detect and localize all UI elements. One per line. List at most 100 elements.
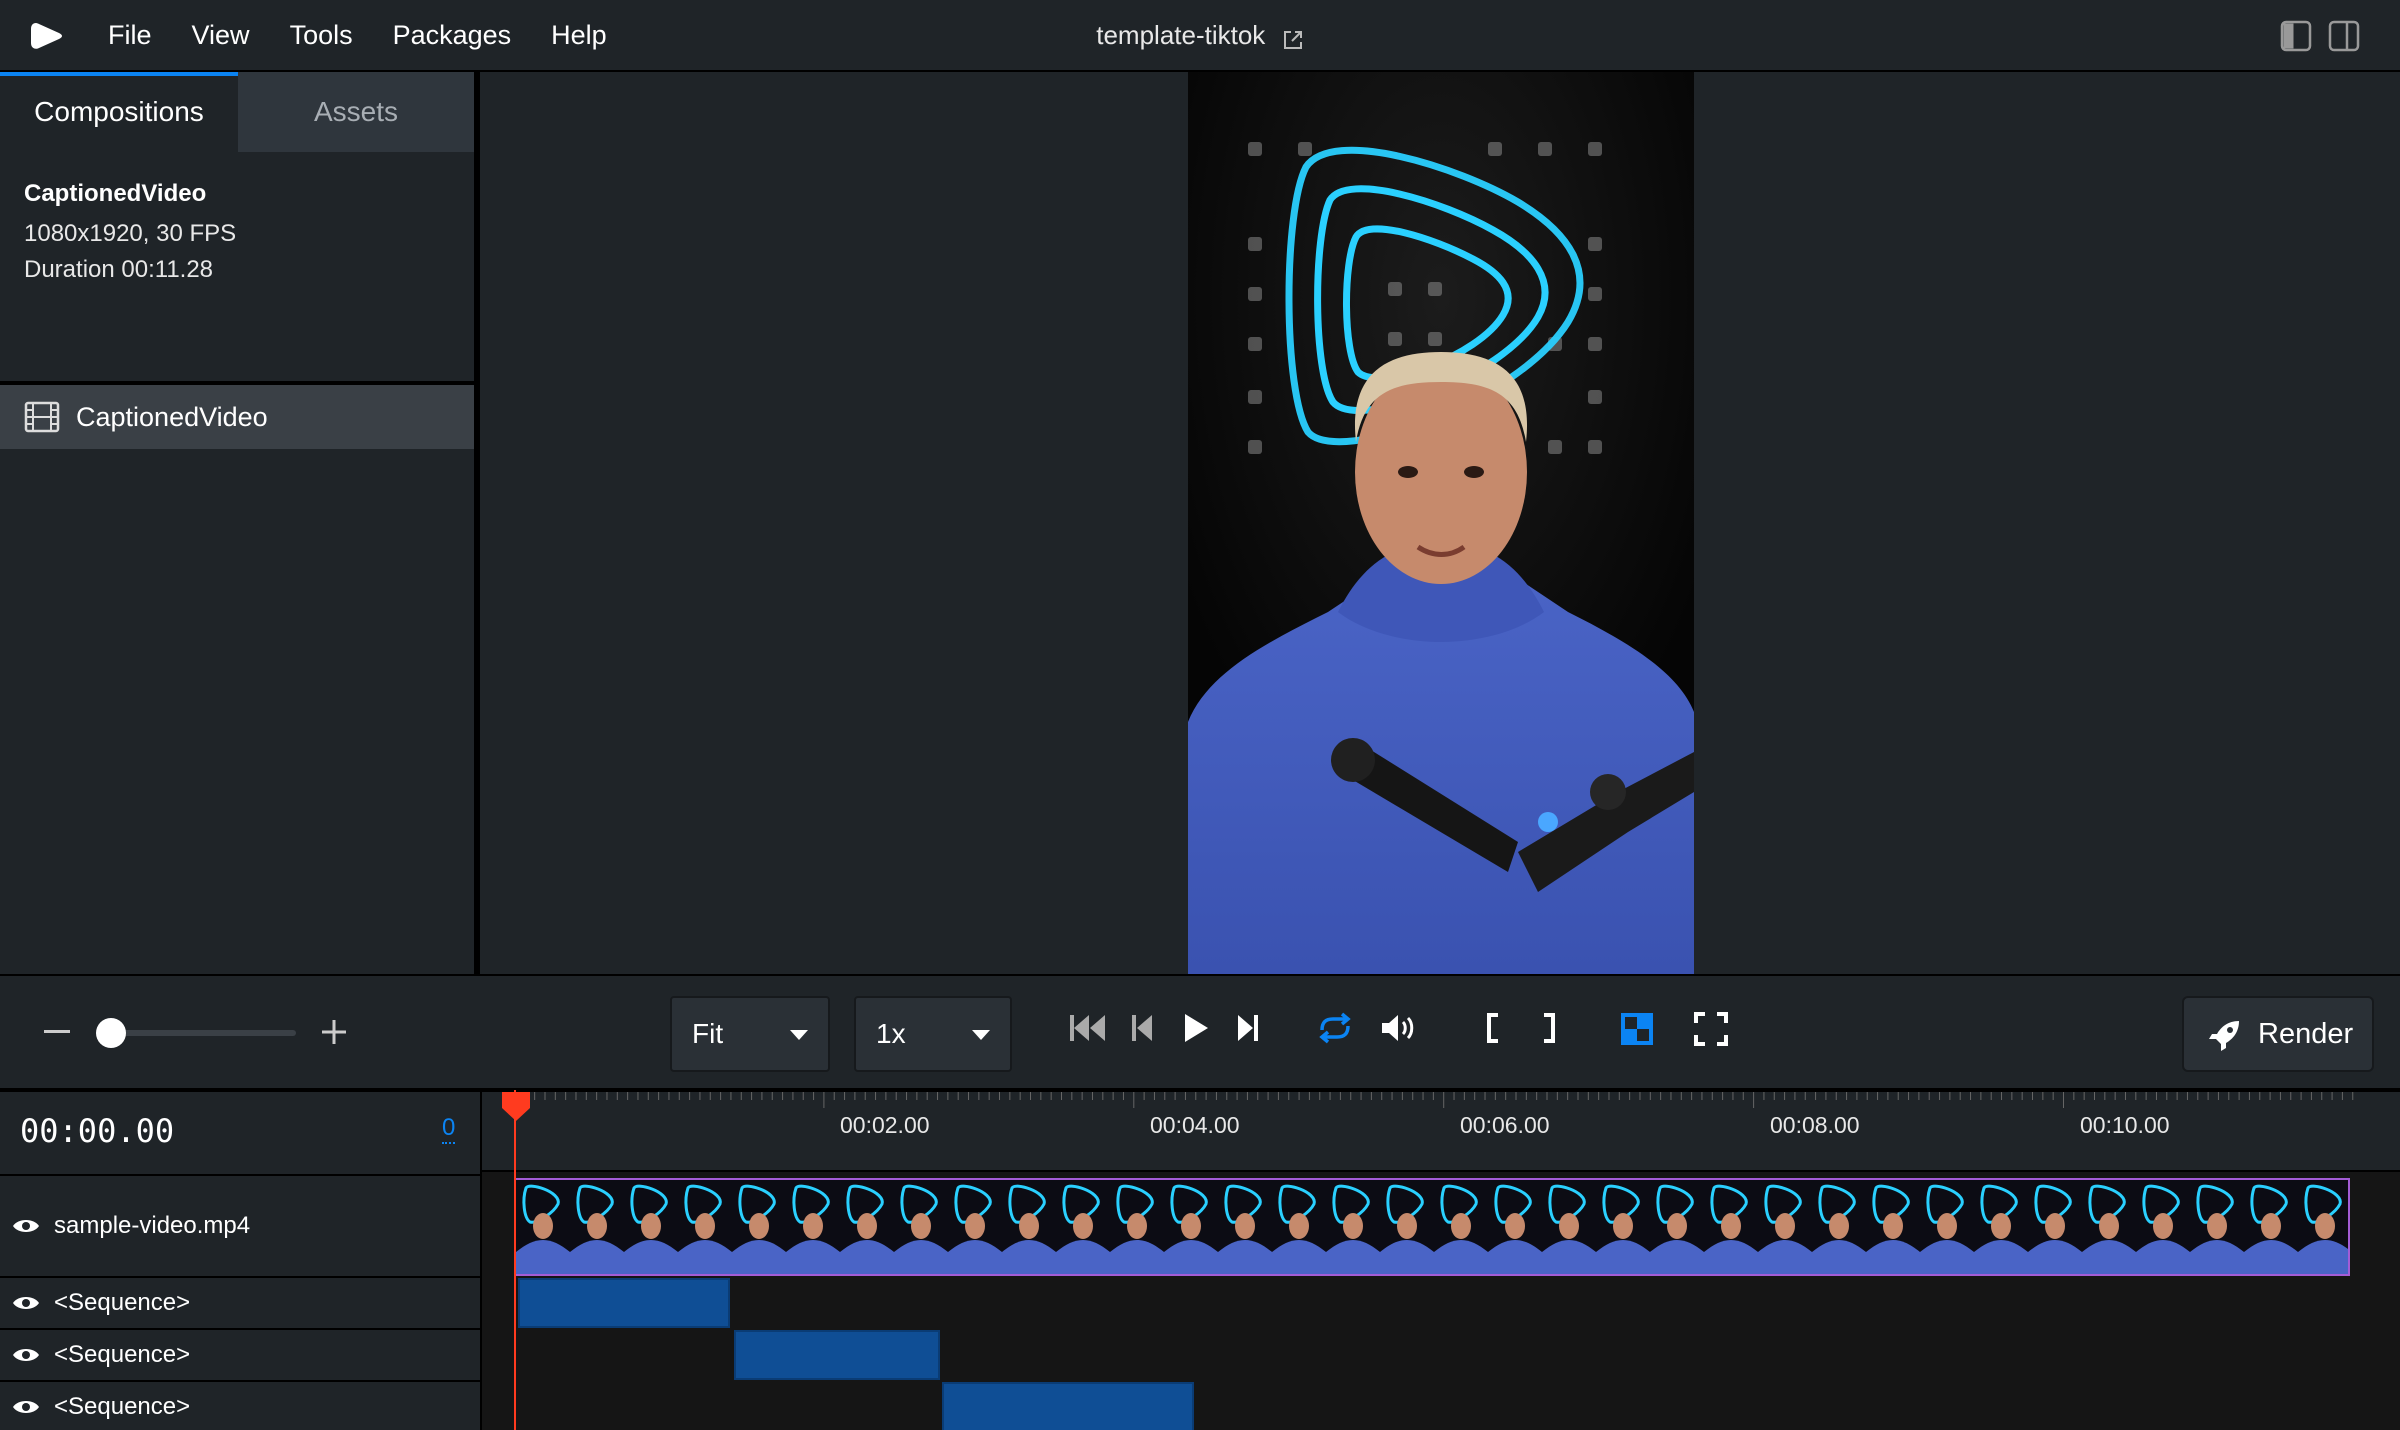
video-thumbnail xyxy=(516,1180,570,1274)
timeline-track-list: 00:00.00 0 sample-video.mp4 <Sequence> <… xyxy=(0,1092,482,1430)
video-thumbnail xyxy=(1164,1180,1218,1274)
layout-buttons xyxy=(2280,20,2360,52)
timeline-tracks-area[interactable]: 00:02.00 00:04.00 00:06.00 00:08.00 00:1… xyxy=(482,1092,2400,1430)
menu-packages[interactable]: Packages xyxy=(373,0,532,70)
zoom-out-button[interactable] xyxy=(44,1030,70,1033)
chevron-down-icon xyxy=(790,1030,808,1040)
volume-icon[interactable] xyxy=(1380,1012,1418,1044)
video-thumbnail xyxy=(1056,1180,1110,1274)
composition-duration: Duration 00:11.28 xyxy=(24,256,214,283)
size-select-value: Fit xyxy=(692,1018,724,1049)
ruler-ticks xyxy=(513,1092,2354,1108)
video-thumbnail xyxy=(1110,1180,1164,1274)
ruler-label: 00:08.00 xyxy=(1770,1112,1860,1138)
playback-speed-select[interactable]: 1x xyxy=(854,996,1012,1072)
ruler-label: 00:02.00 xyxy=(840,1112,930,1138)
playhead-line[interactable] xyxy=(514,1090,516,1430)
video-thumbnail xyxy=(1488,1180,1542,1274)
in-point-icon[interactable] xyxy=(1484,1012,1502,1044)
video-thumbnail xyxy=(2244,1180,2298,1274)
sequence-clip[interactable] xyxy=(942,1382,1194,1430)
toggle-right-panel-icon[interactable] xyxy=(2328,20,2360,52)
video-thumbnail xyxy=(1218,1180,1272,1274)
sequence-clip[interactable] xyxy=(734,1330,940,1380)
composition-list-item-label: CaptionedVideo xyxy=(76,401,268,432)
app-window: File View Tools Packages Help template-t… xyxy=(0,0,2400,1430)
track-label: sample-video.mp4 xyxy=(54,1212,251,1239)
video-thumbnail xyxy=(2136,1180,2190,1274)
next-frame-icon[interactable] xyxy=(1234,1012,1260,1044)
ruler-label: 00:04.00 xyxy=(1150,1112,1240,1138)
video-thumbnail xyxy=(624,1180,678,1274)
size-select[interactable]: Fit xyxy=(670,996,830,1072)
video-thumbnail xyxy=(2028,1180,2082,1274)
composition-list-item[interactable]: CaptionedVideo xyxy=(0,385,474,449)
track-label: <Sequence> xyxy=(54,1341,191,1368)
jump-to-start-icon[interactable] xyxy=(1068,1012,1108,1044)
video-thumbnail xyxy=(1272,1180,1326,1274)
timecode-display[interactable]: 00:00.00 xyxy=(20,1112,174,1150)
eye-icon[interactable] xyxy=(12,1345,40,1365)
chevron-down-icon xyxy=(972,1030,990,1040)
track-label-row[interactable]: <Sequence> xyxy=(0,1276,482,1328)
player-controls: Fit 1x Render xyxy=(0,974,2400,1088)
video-thumbnail xyxy=(732,1180,786,1274)
preview-canvas xyxy=(486,72,2400,974)
video-thumbnail xyxy=(1596,1180,1650,1274)
video-thumbnails xyxy=(516,1180,2348,1274)
render-button[interactable]: Render xyxy=(2182,996,2374,1072)
ruler-label: 00:10.00 xyxy=(2080,1112,2170,1138)
video-thumbnail xyxy=(1326,1180,1380,1274)
menu-bar: File View Tools Packages Help template-t… xyxy=(0,0,2400,72)
track-label: <Sequence> xyxy=(54,1289,191,1316)
video-thumbnail xyxy=(840,1180,894,1274)
video-thumbnail xyxy=(678,1180,732,1274)
film-icon xyxy=(24,401,60,433)
zoom-in-button[interactable] xyxy=(320,1018,348,1046)
menu-file[interactable]: File xyxy=(88,0,172,70)
menu-help[interactable]: Help xyxy=(531,0,627,70)
tab-compositions[interactable]: Compositions xyxy=(0,72,238,152)
previous-frame-icon[interactable] xyxy=(1130,1012,1156,1044)
timeline: 00:00.00 0 sample-video.mp4 <Sequence> <… xyxy=(0,1088,2400,1430)
render-button-label: Render xyxy=(2258,1018,2354,1050)
track-label-row[interactable]: <Sequence> xyxy=(0,1380,482,1430)
play-icon[interactable] xyxy=(1182,1012,1210,1044)
sidebar-tabs: Compositions Assets xyxy=(0,72,474,152)
menu-view[interactable]: View xyxy=(172,0,270,70)
timeline-ruler[interactable]: 00:02.00 00:04.00 00:06.00 00:08.00 00:1… xyxy=(482,1092,2400,1172)
out-point-icon[interactable] xyxy=(1540,1012,1558,1044)
checkerboard-icon[interactable] xyxy=(1620,1012,1654,1046)
video-thumbnail xyxy=(1002,1180,1056,1274)
tab-assets[interactable]: Assets xyxy=(238,72,474,152)
external-link-icon[interactable] xyxy=(1282,29,1304,51)
eye-icon[interactable] xyxy=(12,1293,40,1313)
track-label-row[interactable]: sample-video.mp4 xyxy=(0,1174,482,1276)
remotion-logo-icon[interactable] xyxy=(30,20,64,52)
video-thumbnail xyxy=(570,1180,624,1274)
eye-icon[interactable] xyxy=(12,1397,40,1417)
loop-icon[interactable] xyxy=(1316,1012,1354,1044)
zoom-slider[interactable] xyxy=(110,1030,296,1036)
zoom-slider-thumb[interactable] xyxy=(96,1018,126,1048)
fullscreen-icon[interactable] xyxy=(1694,1012,1728,1046)
composition-resolution: 1080x1920, 30 FPS xyxy=(24,220,237,247)
track-label-row[interactable]: <Sequence> xyxy=(0,1328,482,1380)
sequence-clip[interactable] xyxy=(518,1278,730,1328)
playhead-handle[interactable] xyxy=(500,1092,532,1122)
menu-tools[interactable]: Tools xyxy=(270,0,373,70)
video-frame xyxy=(1188,72,1694,974)
video-thumbnail xyxy=(1920,1180,1974,1274)
project-title-text[interactable]: template-tiktok xyxy=(1096,20,1265,50)
eye-icon[interactable] xyxy=(12,1216,40,1236)
composition-info: CaptionedVideo 1080x1920, 30 FPS Duratio… xyxy=(0,152,474,385)
frame-number[interactable]: 0 xyxy=(442,1114,456,1144)
menu: File View Tools Packages Help xyxy=(88,0,627,70)
toggle-left-panel-icon[interactable] xyxy=(2280,20,2312,52)
ruler-label: 00:06.00 xyxy=(1460,1112,1550,1138)
rocket-icon xyxy=(2209,1021,2239,1051)
video-thumbnail xyxy=(786,1180,840,1274)
video-frame-image xyxy=(1188,72,1694,974)
video-track-clip[interactable] xyxy=(514,1178,2350,1276)
video-thumbnail xyxy=(1974,1180,2028,1274)
